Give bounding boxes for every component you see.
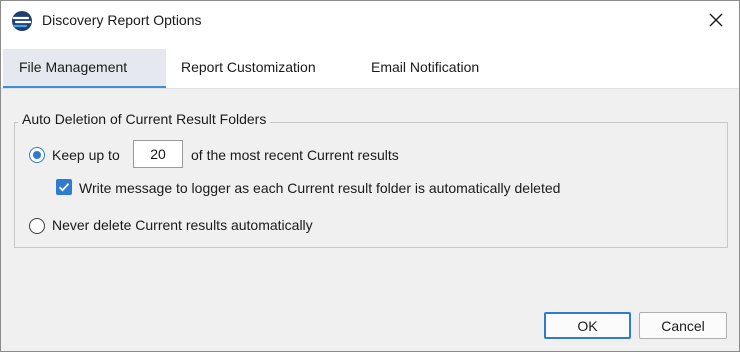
cancel-button[interactable]: Cancel	[639, 312, 727, 339]
dialog-title: Discovery Report Options	[42, 12, 202, 28]
keep-up-to-label[interactable]: Keep up to	[52, 147, 120, 163]
discovery-app-icon	[12, 11, 32, 31]
discovery-report-options-dialog: Discovery Report Options File Management…	[0, 0, 740, 352]
close-button[interactable]	[693, 1, 739, 39]
title-bar: Discovery Report Options	[1, 1, 739, 39]
tab-strip: File Management Report Customization Ema…	[1, 39, 739, 89]
never-delete-radio[interactable]	[29, 218, 45, 234]
tab-email-notification[interactable]: Email Notification	[355, 49, 495, 86]
logger-checkbox[interactable]	[56, 179, 72, 195]
tab-divider	[1, 88, 739, 89]
tab-report-customization[interactable]: Report Customization	[165, 49, 332, 86]
close-icon	[709, 13, 723, 27]
keep-count-input[interactable]	[133, 140, 183, 168]
keep-suffix-label: of the most recent Current results	[191, 147, 399, 163]
ok-button[interactable]: OK	[544, 312, 631, 339]
logger-checkbox-label[interactable]: Write message to logger as each Current …	[79, 180, 560, 196]
never-delete-label[interactable]: Never delete Current results automatical…	[52, 217, 313, 233]
group-title: Auto Deletion of Current Result Folders	[18, 111, 271, 127]
tab-file-management[interactable]: File Management	[3, 49, 166, 89]
keep-up-to-radio[interactable]	[29, 147, 45, 163]
checkmark-icon	[58, 183, 70, 192]
